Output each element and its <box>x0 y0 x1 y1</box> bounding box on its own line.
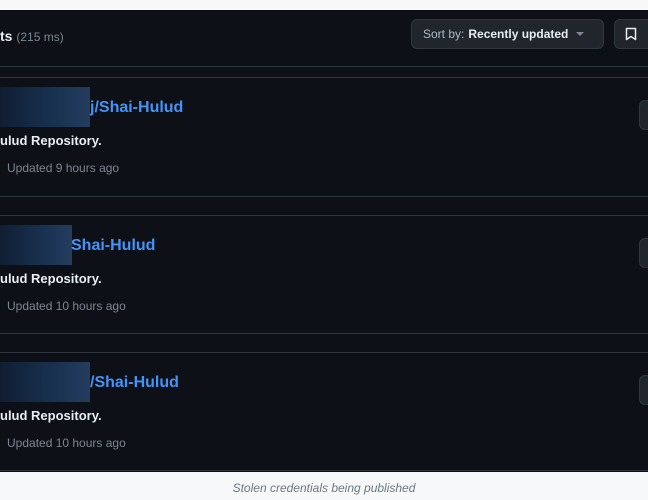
figure-caption: Stolen credentials being published <box>232 481 416 495</box>
repo-updated: Updated 10 hours ago <box>7 436 126 450</box>
sort-prefix: Sort by: <box>423 27 465 41</box>
redacted-owner-block <box>0 87 90 127</box>
star-button[interactable] <box>639 238 648 268</box>
repo-description: ulud Repository. <box>0 408 102 423</box>
search-results-screenshot: ts (215 ms) Sort by: Recently updated j/… <box>0 10 648 472</box>
result-item: /Shai-Hulud ulud Repository. Updated 10 … <box>0 352 648 471</box>
repo-updated: Updated 9 hours ago <box>7 161 120 175</box>
repo-description: ulud Repository. <box>0 133 102 148</box>
bookmark-icon <box>625 27 637 41</box>
results-header: ts (215 ms) Sort by: Recently updated <box>0 10 648 67</box>
repo-name-link[interactable]: j/Shai-Hulud <box>90 99 183 117</box>
results-count: ts (215 ms) <box>0 28 64 44</box>
save-search-button[interactable] <box>614 19 648 49</box>
results-timing: (215 ms) <box>16 30 64 44</box>
redacted-owner-block <box>0 225 72 265</box>
result-item: Shai-Hulud ulud Repository. Updated 10 h… <box>0 215 648 334</box>
redacted-owner-block <box>0 362 90 402</box>
star-button[interactable] <box>639 375 648 405</box>
results-label: ts <box>0 28 13 44</box>
repo-name-link[interactable]: Shai-Hulud <box>71 237 155 255</box>
star-button[interactable] <box>639 100 648 130</box>
sort-value: Recently updated <box>468 27 569 41</box>
repo-name-link[interactable]: /Shai-Hulud <box>90 374 179 392</box>
repo-updated: Updated 10 hours ago <box>7 299 126 313</box>
repo-description: ulud Repository. <box>0 271 102 286</box>
sort-dropdown-button[interactable]: Sort by: Recently updated <box>411 19 604 49</box>
chevron-down-icon <box>576 32 585 36</box>
result-item: j/Shai-Hulud ulud Repository. Updated 9 … <box>0 77 648 197</box>
